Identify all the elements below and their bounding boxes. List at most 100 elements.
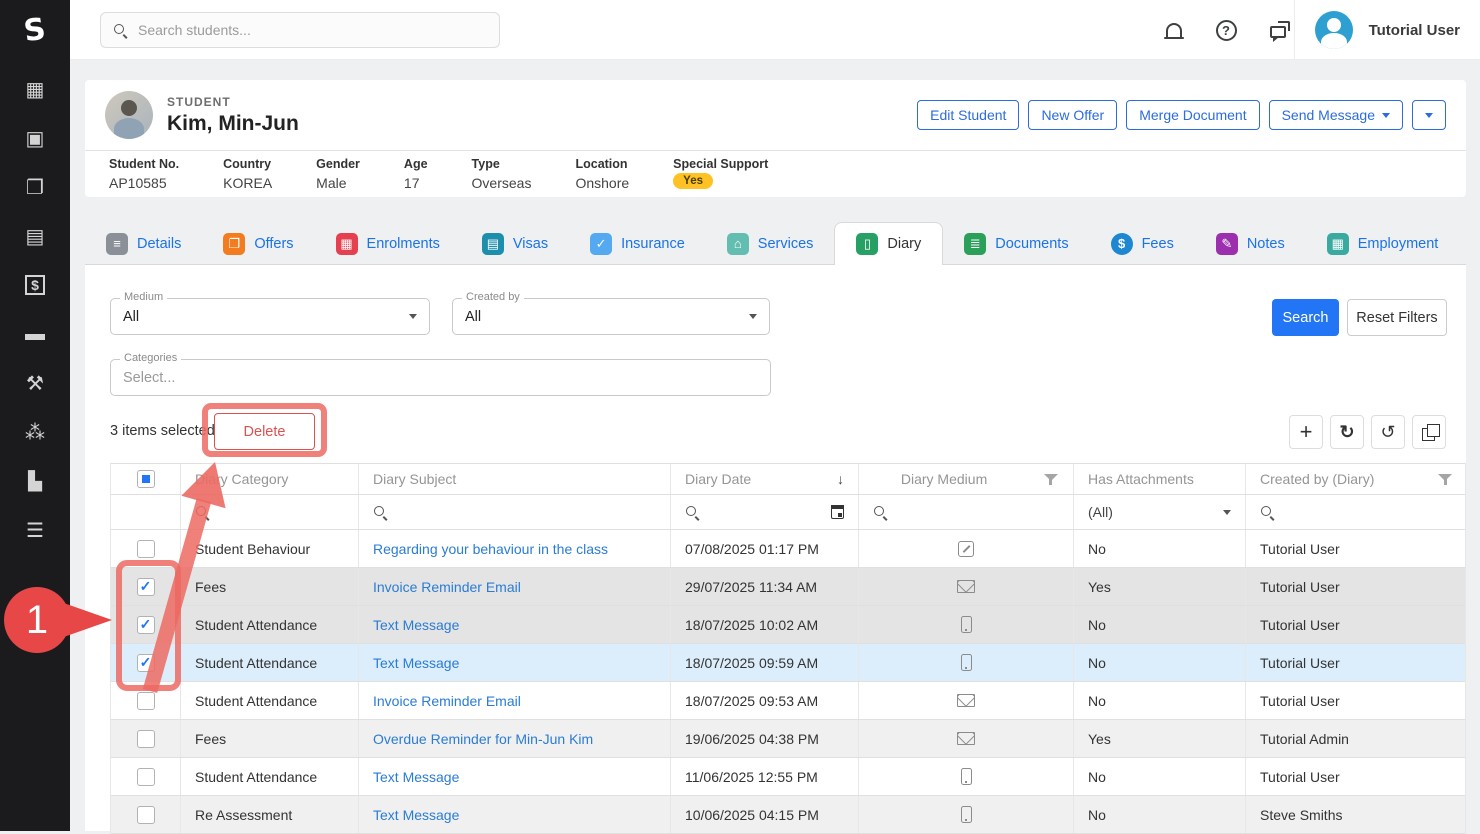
row-checkbox[interactable] [137,692,155,710]
field-label: Special Support [673,157,768,171]
table-row[interactable]: Fees Invoice Reminder Email 29/07/2025 1… [111,568,1465,606]
col-created-by[interactable]: Created by (Diary) [1246,464,1467,494]
field-label: Age [404,157,428,171]
row-checkbox[interactable] [137,654,155,672]
row-checkbox[interactable] [137,806,155,824]
search-icon [1260,505,1275,520]
tab-employment[interactable]: Employment [1306,222,1460,265]
offers-icon[interactable] [18,176,52,198]
table-row[interactable]: Fees Overdue Reminder for Min-Jun Kim 19… [111,720,1465,758]
filter-icon[interactable] [1043,473,1059,486]
table-row[interactable]: Re Assessment Text Message 10/06/2025 04… [111,796,1465,834]
row-checkbox[interactable] [137,578,155,596]
reset-filters-button[interactable]: Reset Filters [1347,299,1447,336]
messages-button[interactable] [1266,18,1290,42]
more-actions-button[interactable] [1412,100,1446,130]
refresh-icon[interactable] [1330,415,1364,449]
col-diary-date[interactable]: Diary Date↓ [671,464,859,494]
search-input[interactable] [138,22,468,38]
send-message-button[interactable]: Send Message [1269,100,1403,130]
search-button[interactable]: Search [1272,299,1339,336]
row-checkbox[interactable] [137,768,155,786]
settings-icon[interactable] [18,519,52,541]
col-diary-category[interactable]: Diary Category [181,464,359,494]
delete-button[interactable]: Delete [214,413,315,450]
medium-filter-input[interactable] [859,495,1074,529]
chevron-down-icon [1425,113,1433,118]
tab-insurance[interactable]: Insurance [569,222,706,265]
diary-subject-link[interactable]: Invoice Reminder Email [373,579,521,595]
services-icon[interactable] [18,372,52,394]
diary-subject-link[interactable]: Invoice Reminder Email [373,693,521,709]
enrolments-icon[interactable] [18,225,52,247]
students-icon[interactable] [18,127,52,149]
tab-offers[interactable]: Offers [202,222,314,265]
diary-subject-link[interactable]: Text Message [373,617,459,633]
table-row[interactable]: Student Attendance Text Message 11/06/20… [111,758,1465,796]
category-filter-input[interactable] [181,495,359,529]
attachments-cell: No [1074,530,1246,567]
tab-fees[interactable]: Fees [1090,222,1195,265]
chat-icon [1270,26,1286,38]
merge-document-button[interactable]: Merge Document [1126,100,1259,130]
categories-filter-select[interactable]: Categories Select... [110,359,771,396]
diary-subject-link[interactable]: Text Message [373,807,459,823]
tab-visas[interactable]: Visas [461,222,569,265]
diary-subject-link[interactable]: Text Message [373,655,459,671]
column-chooser-icon[interactable] [1412,415,1446,449]
new-offer-button[interactable]: New Offer [1028,100,1117,130]
created-by-filter-input[interactable] [1246,495,1467,529]
tab-services[interactable]: Services [706,222,835,265]
created-by-filter-select[interactable]: Created by All [452,298,770,335]
subject-filter-input[interactable] [359,495,671,529]
app-logo-icon: S [22,11,48,49]
diary-date-cell: 11/06/2025 12:55 PM [671,758,859,795]
tab-documents[interactable]: Documents [943,222,1089,265]
visas-icon [482,233,504,255]
user-menu[interactable]: Tutorial User [1315,0,1460,60]
diary-subject-link[interactable]: Regarding your behaviour in the class [373,541,608,557]
filter-icon[interactable] [1437,473,1453,486]
col-has-attachments[interactable]: Has Attachments [1074,464,1246,494]
notifications-button[interactable] [1162,18,1186,42]
app-logo[interactable]: S [0,0,70,60]
fees-icon[interactable] [18,274,52,296]
diary-subject-link[interactable]: Text Message [373,769,459,785]
add-diary-button[interactable] [1289,415,1323,449]
diary-medium-icon [957,694,975,707]
row-checkbox[interactable] [137,730,155,748]
attachments-cell: No [1074,796,1246,833]
courses-icon[interactable] [18,323,52,345]
calendar-icon[interactable] [831,505,844,519]
table-row[interactable]: Student Attendance Text Message 18/07/20… [111,606,1465,644]
row-checkbox[interactable] [137,540,155,558]
col-diary-medium[interactable]: Diary Medium [859,464,1074,494]
chevron-down-icon [409,314,417,319]
edit-student-button[interactable]: Edit Student [917,100,1019,130]
dashboard-icon[interactable] [18,78,52,100]
col-diary-subject[interactable]: Diary Subject [359,464,671,494]
organisation-icon[interactable] [18,470,52,492]
history-icon[interactable] [1371,415,1405,449]
select-all-checkbox[interactable] [137,470,155,488]
tab-diary[interactable]: Diary [834,222,943,265]
agents-icon[interactable] [18,421,52,443]
tab-enrolments[interactable]: Enrolments [315,222,461,265]
attachments-filter-dropdown[interactable]: (All) [1074,495,1246,529]
tab-notes[interactable]: Notes [1195,222,1306,265]
student-tabs: Details Offers Enrolments Visas Insuranc… [85,222,1466,265]
table-row[interactable]: Student Behaviour Regarding your behavio… [111,530,1465,568]
chevron-down-icon [749,314,757,319]
date-filter-input[interactable] [671,495,859,529]
selection-count: 3 items selected [110,423,215,439]
diary-medium-icon [961,616,972,633]
diary-subject-link[interactable]: Overdue Reminder for Min-Jun Kim [373,731,593,747]
diary-panel: Medium All Created by All Categories Sel… [85,264,1466,831]
tab-details[interactable]: Details [85,222,202,265]
medium-filter-select[interactable]: Medium All [110,298,430,335]
row-checkbox[interactable] [137,616,155,634]
table-row[interactable]: Student Attendance Text Message 18/07/20… [111,644,1465,682]
table-row[interactable]: Student Attendance Invoice Reminder Emai… [111,682,1465,720]
help-button[interactable] [1214,18,1238,42]
search-icon [113,23,128,38]
